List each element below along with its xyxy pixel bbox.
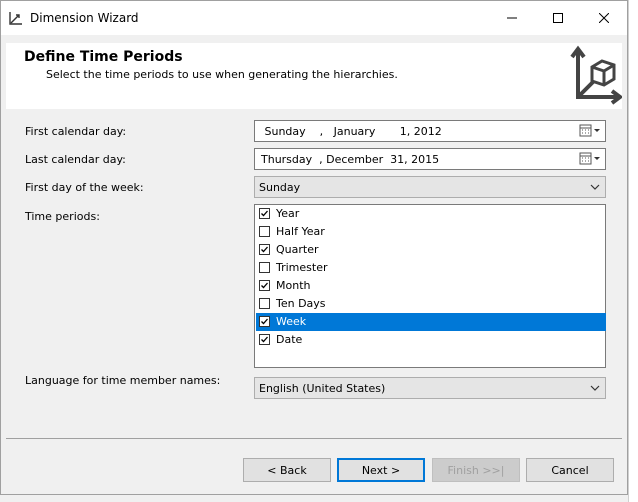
time-periods-label: Time periods:: [25, 210, 100, 223]
language-label: Language for time member names:: [25, 374, 221, 387]
list-item-label: Month: [276, 279, 311, 292]
close-button[interactable]: [581, 1, 627, 35]
list-item-label: Week: [276, 315, 307, 328]
calendar-dropdown-icon[interactable]: [579, 124, 601, 138]
list-item-label: Year: [276, 207, 300, 220]
next-button[interactable]: Next >: [337, 458, 425, 482]
title-bar[interactable]: Dimension Wizard: [1, 1, 627, 35]
dimension-cube-icon: [570, 45, 622, 105]
checkbox[interactable]: [259, 262, 270, 273]
first-day-of-week-label: First day of the week:: [25, 181, 144, 194]
checkbox[interactable]: [259, 298, 270, 309]
checkbox[interactable]: [259, 334, 270, 345]
checkmark-icon: [261, 210, 268, 217]
chevron-down-icon: [590, 184, 600, 190]
checkmark-icon: [261, 282, 268, 289]
checkmark-icon: [261, 336, 268, 343]
language-value: English (United States): [259, 382, 386, 395]
dimension-wizard-window: Dimension Wizard Define Time Periods Sel…: [0, 0, 628, 495]
checkmark-icon: [261, 246, 268, 253]
checkmark-icon: [261, 318, 268, 325]
last-calendar-day-label: Last calendar day:: [25, 153, 126, 166]
finish-button[interactable]: Finish >>|: [432, 458, 520, 482]
minimize-button[interactable]: [489, 1, 535, 35]
minimize-icon: [507, 17, 517, 19]
wizard-header: Define Time Periods Select the time peri…: [6, 43, 622, 109]
list-item-label: Ten Days: [276, 297, 326, 310]
first-calendar-day-picker[interactable]: Sunday , January 1, 2012: [254, 120, 606, 142]
time-periods-list[interactable]: Year Half Year Quarter Trimester Month T…: [254, 204, 606, 368]
background-app-edge: [628, 0, 638, 502]
wizard-icon: [9, 12, 22, 25]
first-day-of-week-value: Sunday: [259, 181, 301, 194]
window-title: Dimension Wizard: [30, 11, 139, 25]
calendar-dropdown-icon[interactable]: [579, 152, 601, 166]
time-period-item[interactable]: Month: [256, 277, 606, 295]
first-calendar-day-value: Sunday , January 1, 2012: [261, 125, 442, 138]
last-calendar-day-picker[interactable]: Thursday , December 31, 2015: [254, 148, 606, 170]
time-period-item[interactable]: Ten Days: [256, 295, 606, 313]
last-calendar-day-value: Thursday , December 31, 2015: [261, 153, 440, 166]
maximize-icon: [553, 13, 563, 23]
checkbox[interactable]: [259, 316, 270, 327]
checkbox[interactable]: [259, 226, 270, 237]
back-button[interactable]: < Back: [243, 458, 331, 482]
time-period-item[interactable]: Year: [256, 205, 606, 223]
maximize-button[interactable]: [535, 1, 581, 35]
checkbox[interactable]: [259, 280, 270, 291]
time-period-item[interactable]: Half Year: [256, 223, 606, 241]
time-period-item[interactable]: Quarter: [256, 241, 606, 259]
time-period-item[interactable]: Date: [256, 331, 606, 349]
language-select[interactable]: English (United States): [254, 377, 606, 399]
list-item-label: Date: [276, 333, 303, 346]
first-calendar-day-label: First calendar day:: [25, 125, 127, 138]
close-icon: [599, 13, 609, 23]
time-period-item[interactable]: Week: [256, 313, 606, 331]
chevron-down-icon: [590, 385, 600, 391]
list-item-label: Quarter: [276, 243, 319, 256]
page-subtitle: Select the time periods to use when gene…: [46, 68, 398, 81]
checkbox[interactable]: [259, 244, 270, 255]
list-item-label: Trimester: [276, 261, 328, 274]
cancel-button[interactable]: Cancel: [526, 458, 614, 482]
time-period-item[interactable]: Trimester: [256, 259, 606, 277]
first-day-of-week-select[interactable]: Sunday: [254, 176, 606, 198]
page-title: Define Time Periods: [24, 49, 183, 65]
footer-divider: [6, 438, 622, 439]
list-item-label: Half Year: [276, 225, 325, 238]
checkbox[interactable]: [259, 208, 270, 219]
